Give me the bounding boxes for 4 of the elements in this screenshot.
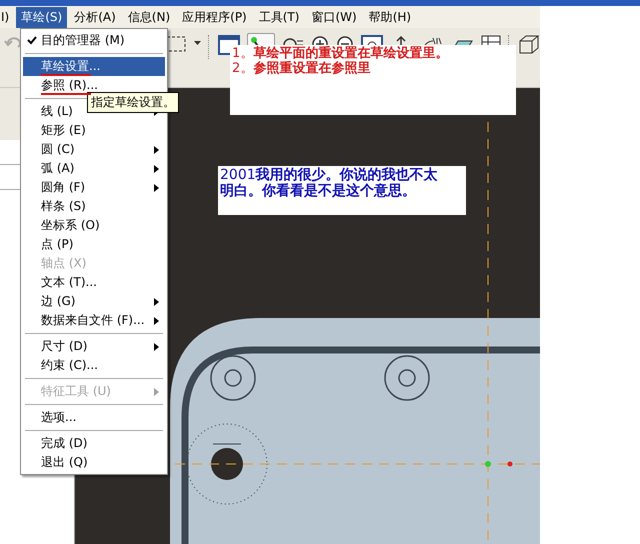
- annotation-text: 2。参照重设置在参照里: [232, 61, 372, 76]
- tooltip: 指定草绘设置。: [87, 92, 179, 113]
- annotation-text: 1。草绘平面的重设置在草绘设置里。: [232, 46, 450, 61]
- annotation-text: 2001我用的很少。你说的我也不太明白。你看看是不是这个意思。: [220, 167, 439, 199]
